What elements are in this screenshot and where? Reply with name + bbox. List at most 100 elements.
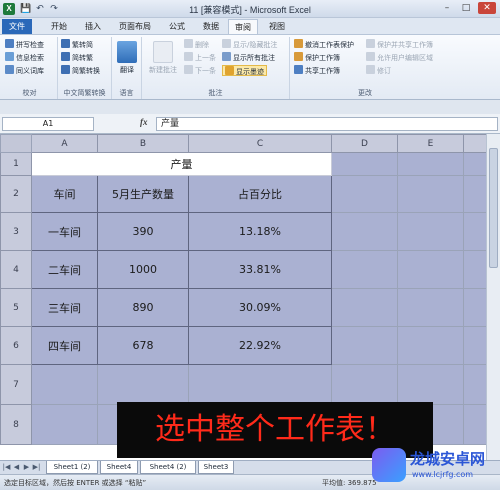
minimize-button[interactable]: –	[438, 2, 456, 14]
sheet-tab[interactable]: Sheet3	[198, 461, 234, 474]
vertical-scrollbar[interactable]	[486, 134, 500, 460]
data-cell[interactable]: 30.09%	[188, 288, 332, 327]
data-cell[interactable]: 四车间	[31, 326, 98, 365]
cell[interactable]	[331, 364, 398, 405]
chinese-group-label: 中文简繁转换	[63, 89, 106, 97]
row-header[interactable]: 5	[0, 288, 32, 327]
share-icon	[294, 65, 303, 74]
column-header[interactable]: D	[331, 134, 398, 153]
cell[interactable]	[397, 326, 464, 365]
data-cell[interactable]: 三车间	[31, 288, 98, 327]
cell[interactable]	[97, 364, 189, 405]
formula-input[interactable]: 产量	[156, 117, 498, 131]
row-header[interactable]: 1	[0, 152, 32, 176]
previous-comment-button[interactable]: 上一条	[184, 52, 216, 63]
sheet-tab[interactable]: Sheet1 (2)	[46, 461, 98, 474]
cell[interactable]	[397, 212, 464, 251]
next-comment-button[interactable]: 下一条	[184, 65, 216, 76]
research-button[interactable]: 信息检索	[5, 52, 44, 63]
sheet-tab[interactable]: Sheet4	[100, 461, 138, 474]
allow-edit-ranges-button[interactable]: 允许用户编辑区域	[366, 52, 433, 63]
first-sheet-icon[interactable]: |◀	[2, 462, 11, 473]
chinese-convert-button[interactable]: 简繁转换	[61, 65, 100, 76]
cell[interactable]	[188, 364, 332, 405]
cell[interactable]	[397, 175, 464, 213]
scrollbar-thumb[interactable]	[489, 148, 498, 268]
show-ink-button[interactable]: 显示墨迹	[222, 65, 267, 76]
header-cell[interactable]: 车间	[31, 175, 98, 213]
tab-insert[interactable]: 插入	[78, 19, 108, 34]
maximize-button[interactable]: □	[457, 2, 475, 14]
insert-function-button[interactable]: fx	[140, 117, 148, 127]
simp-to-trad-button[interactable]: 简转繁	[61, 52, 93, 63]
tab-formulas[interactable]: 公式	[162, 19, 192, 34]
row-header[interactable]: 4	[0, 250, 32, 289]
cell[interactable]	[31, 404, 98, 445]
share-workbook-button[interactable]: 共享工作簿	[294, 65, 340, 76]
data-cell[interactable]: 33.81%	[188, 250, 332, 289]
row-header[interactable]: 2	[0, 175, 32, 213]
last-sheet-icon[interactable]: ▶|	[32, 462, 41, 473]
name-box[interactable]: A1	[2, 117, 94, 131]
cell-grid[interactable]: A B C D E 1 产量 2 车间 5月生产数量 占百分比 3 一车间 39…	[0, 134, 494, 445]
row-header[interactable]: 8	[0, 404, 32, 445]
tab-review[interactable]: 审阅	[228, 19, 258, 34]
trad-to-simp-button[interactable]: 繁转简	[61, 39, 93, 50]
cell[interactable]	[331, 152, 398, 176]
cell[interactable]	[331, 288, 398, 327]
row-header[interactable]: 3	[0, 212, 32, 251]
thesaurus-button[interactable]: 同义词库	[5, 65, 44, 76]
data-cell[interactable]: 13.18%	[188, 212, 332, 251]
previous-icon	[184, 52, 193, 61]
protect-and-share-button[interactable]: 保护并共享工作簿	[366, 39, 433, 50]
tab-file[interactable]: 文件	[2, 19, 32, 34]
track-changes-button[interactable]: 修订	[366, 65, 391, 76]
tab-page-layout[interactable]: 页面布局	[112, 19, 158, 34]
cell[interactable]	[397, 364, 464, 405]
row-header[interactable]: 6	[0, 326, 32, 365]
cell[interactable]	[331, 175, 398, 213]
show-all-comments-button[interactable]: 显示所有批注	[222, 52, 275, 63]
table-title-cell[interactable]: 产量	[31, 152, 332, 176]
show-hide-comment-button[interactable]: 显示/隐藏批注	[222, 39, 277, 50]
cell[interactable]	[331, 250, 398, 289]
unprotect-sheet-button[interactable]: 撤消工作表保护	[294, 39, 354, 50]
tab-home[interactable]: 开始	[44, 19, 74, 34]
cell[interactable]	[331, 212, 398, 251]
cell[interactable]	[397, 152, 464, 176]
translate-button[interactable]: 翻译	[113, 41, 141, 75]
next-sheet-icon[interactable]: ▶	[22, 462, 31, 473]
column-header[interactable]: C	[188, 134, 332, 153]
header-cell[interactable]: 5月生产数量	[97, 175, 189, 213]
header-cell[interactable]: 占百分比	[188, 175, 332, 213]
cell[interactable]	[31, 364, 98, 405]
data-cell[interactable]: 890	[97, 288, 189, 327]
sheet-tab[interactable]: Sheet4 (2)	[140, 461, 196, 474]
cell[interactable]	[397, 250, 464, 289]
row-header[interactable]: 7	[0, 364, 32, 405]
delete-comment-button[interactable]: 删除	[184, 39, 209, 50]
chinese-conversion-group: 繁转简 简转繁 简繁转换 中文简繁转换	[58, 37, 112, 99]
protect-workbook-button[interactable]: 保护工作簿	[294, 52, 340, 63]
new-comment-button[interactable]: 新建批注	[146, 41, 180, 75]
spell-check-button[interactable]: 拼写检查	[5, 39, 44, 50]
data-cell[interactable]: 一车间	[31, 212, 98, 251]
status-message: 选定目标区域，然后按 ENTER 或选择 “粘贴”	[4, 479, 147, 487]
cell[interactable]	[331, 326, 398, 365]
column-header[interactable]: E	[397, 134, 464, 153]
data-cell[interactable]: 二车间	[31, 250, 98, 289]
column-header[interactable]: A	[31, 134, 98, 153]
tab-data[interactable]: 数据	[196, 19, 226, 34]
prev-sheet-icon[interactable]: ◀	[12, 462, 21, 473]
cell[interactable]	[397, 288, 464, 327]
data-cell[interactable]: 1000	[97, 250, 189, 289]
tab-view[interactable]: 视图	[262, 19, 292, 34]
proofing-group-label: 校对	[22, 89, 37, 97]
data-cell[interactable]: 678	[97, 326, 189, 365]
data-cell[interactable]: 22.92%	[188, 326, 332, 365]
select-all-corner[interactable]	[0, 134, 32, 153]
column-header[interactable]: B	[97, 134, 189, 153]
watermark: 龙城安卓网 www.lcjrfg.com	[372, 442, 498, 488]
close-button[interactable]: ✕	[478, 2, 496, 14]
data-cell[interactable]: 390	[97, 212, 189, 251]
